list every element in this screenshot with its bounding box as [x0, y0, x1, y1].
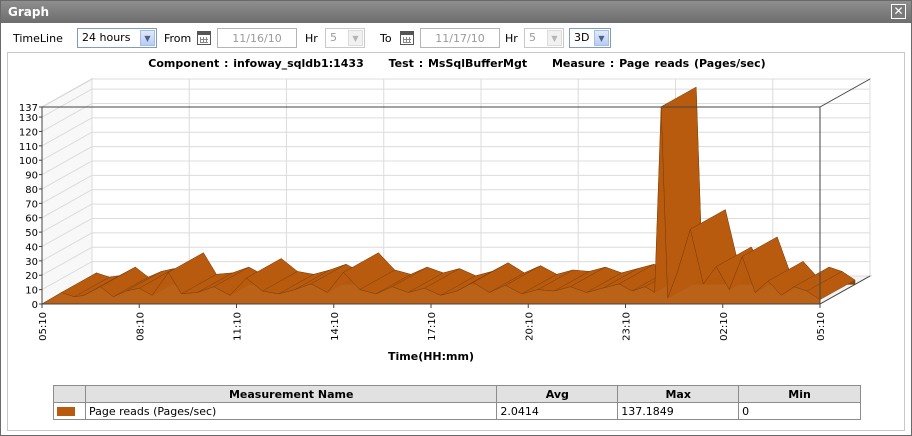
- chevron-down-icon: ▼: [594, 30, 609, 46]
- component-label: Component : infoway_sqldb1:1433: [148, 57, 364, 70]
- calendar-icon[interactable]: [197, 31, 211, 45]
- window-titlebar: Graph ✕: [1, 1, 911, 23]
- y-tick-label: 130: [19, 113, 38, 124]
- y-tick-label: 90: [25, 171, 38, 182]
- measure-label: Measure : Page reads (Pages/sec): [551, 57, 766, 70]
- table-header-row: Measurement Name Avg Max Min: [53, 385, 861, 403]
- series-swatch-cell: [53, 402, 86, 420]
- y-tick-label: 100: [19, 156, 38, 167]
- y-tick-label: 50: [25, 228, 38, 239]
- x-tick-label: 05:10: [816, 312, 827, 341]
- column-header-name: Measurement Name: [84, 385, 498, 403]
- to-label: To: [380, 32, 392, 45]
- graph-window: Graph ✕ TimeLine 24 hours ▼ From 11/16/1…: [0, 0, 912, 436]
- chevron-down-icon: ▼: [348, 30, 363, 46]
- x-tick-label: 11:10: [233, 312, 244, 341]
- measurement-name: Page reads (Pages/sec): [84, 402, 498, 420]
- graph-area: Component : infoway_sqldb1:1433 Test : M…: [7, 52, 905, 431]
- from-hr-value: 5: [330, 31, 337, 44]
- y-tick-label: 0: [32, 300, 38, 311]
- from-hr-select[interactable]: 5 ▼: [325, 28, 365, 48]
- y-tick-label: 137: [19, 103, 38, 114]
- table-row[interactable]: Page reads (Pages/sec) 2.0414 137.1849 0: [53, 402, 861, 420]
- x-tick-label: 14:10: [330, 312, 341, 341]
- measurement-max: 137.1849: [617, 402, 740, 420]
- to-hr-label: Hr: [505, 32, 518, 45]
- graph-toolbar: TimeLine 24 hours ▼ From 11/16/10 Hr 5 ▼…: [7, 28, 905, 52]
- x-axis-label: Time(HH:mm): [388, 350, 474, 363]
- from-hr-label: Hr: [305, 32, 318, 45]
- chevron-down-icon: ▼: [547, 30, 562, 46]
- from-label: From: [164, 32, 192, 45]
- view-mode-select[interactable]: 3D ▼: [569, 28, 611, 48]
- column-header-max: Max: [617, 385, 740, 403]
- y-tick-label: 60: [25, 214, 38, 225]
- to-date-field[interactable]: 11/17/10: [420, 28, 500, 48]
- calendar-icon[interactable]: [400, 31, 414, 45]
- from-date-field[interactable]: 11/16/10: [217, 28, 297, 48]
- y-tick-label: 120: [19, 127, 38, 138]
- x-tick-label: 08:10: [135, 312, 146, 341]
- measurement-min: 0: [738, 402, 861, 420]
- y-tick-label: 110: [19, 142, 38, 153]
- chart-3d-area: 0 10 20 30 40 50 60 70 80 90 100 110 120 130137 05:10…: [19, 78, 872, 363]
- test-label: Test : MsSqlBufferMgt: [388, 57, 528, 70]
- x-tick-label: 17:10: [427, 312, 438, 341]
- x-tick-label: 05:10: [38, 312, 49, 341]
- to-hr-value: 5: [529, 31, 536, 44]
- y-tick-label: 40: [25, 242, 38, 253]
- window-title: Graph: [8, 5, 49, 19]
- y-tick-label: 30: [25, 257, 38, 268]
- column-header-color: [53, 385, 86, 403]
- view-mode-value: 3D: [574, 31, 590, 44]
- y-tick-label: 10: [25, 286, 38, 297]
- column-header-min: Min: [738, 385, 861, 403]
- timeline-select-value: 24 hours: [82, 31, 131, 44]
- measurement-table: Measurement Name Avg Max Min Page reads …: [53, 385, 861, 420]
- series-swatch: [57, 406, 75, 416]
- x-tick-label: 02:10: [719, 312, 730, 341]
- timeline-select[interactable]: 24 hours ▼: [77, 28, 157, 48]
- x-tick-label: 23:10: [622, 312, 633, 341]
- close-icon[interactable]: ✕: [891, 4, 906, 19]
- column-header-avg: Avg: [496, 385, 619, 403]
- chevron-down-icon: ▼: [140, 30, 155, 46]
- to-hr-select[interactable]: 5 ▼: [524, 28, 564, 48]
- x-tick-label: 20:10: [524, 312, 535, 341]
- y-tick-label: 80: [25, 185, 38, 196]
- chart-title: Component : infoway_sqldb1:1433 Test : M…: [8, 57, 906, 70]
- measurement-avg: 2.0414: [496, 402, 619, 420]
- timeline-label: TimeLine: [13, 32, 63, 45]
- y-tick-label: 70: [25, 199, 38, 210]
- y-tick-label: 20: [25, 271, 38, 282]
